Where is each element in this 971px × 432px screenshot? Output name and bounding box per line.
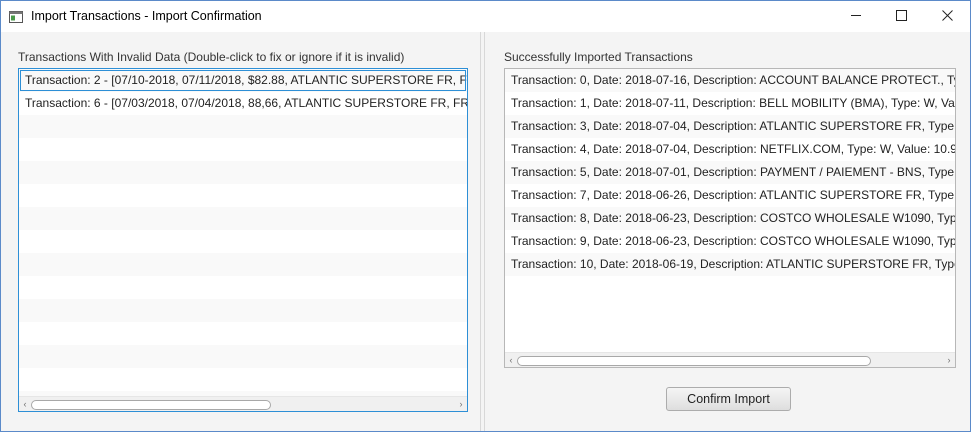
minimize-icon bbox=[850, 8, 862, 26]
app-icon bbox=[9, 10, 23, 23]
title-bar[interactable]: Import Transactions - Import Confirmatio… bbox=[1, 1, 970, 32]
scrollbar-thumb[interactable] bbox=[31, 400, 271, 410]
imported-pane: Successfully Imported Transactions Trans… bbox=[489, 32, 970, 431]
scroll-left-icon[interactable]: ‹ bbox=[19, 397, 31, 411]
invalid-list-label: Transactions With Invalid Data (Double-c… bbox=[18, 50, 405, 64]
maximize-button[interactable] bbox=[878, 1, 924, 32]
empty-row bbox=[19, 138, 467, 161]
empty-row bbox=[19, 276, 467, 299]
empty-row bbox=[19, 161, 467, 184]
list-item[interactable]: Transaction: 8, Date: 2018-06-23, Descri… bbox=[505, 207, 955, 230]
list-item[interactable]: Transaction: 10, Date: 2018-06-19, Descr… bbox=[505, 253, 955, 276]
list-item[interactable]: Transaction: 7, Date: 2018-06-26, Descri… bbox=[505, 184, 955, 207]
empty-row bbox=[19, 345, 467, 368]
invalid-pane: Transactions With Invalid Data (Double-c… bbox=[1, 32, 480, 431]
imported-transactions-list[interactable]: Transaction: 0, Date: 2018-07-16, Descri… bbox=[504, 68, 956, 368]
import-confirmation-window: Import Transactions - Import Confirmatio… bbox=[0, 0, 971, 432]
scroll-left-icon[interactable]: ‹ bbox=[505, 353, 517, 367]
maximize-icon bbox=[895, 8, 907, 26]
empty-row bbox=[19, 368, 467, 391]
list-item[interactable]: Transaction: 9, Date: 2018-06-23, Descri… bbox=[505, 230, 955, 253]
invalid-transactions-list[interactable]: Transaction: 2 - [07/10-2018, 07/11/2018… bbox=[18, 68, 468, 412]
window-title: Import Transactions - Import Confirmatio… bbox=[31, 9, 262, 23]
empty-row bbox=[19, 253, 467, 276]
empty-row bbox=[19, 230, 467, 253]
scroll-right-icon[interactable]: › bbox=[943, 353, 955, 367]
empty-row bbox=[19, 184, 467, 207]
list-item[interactable]: Transaction: 2 - [07/10-2018, 07/11/2018… bbox=[19, 69, 467, 92]
list-item[interactable]: Transaction: 3, Date: 2018-07-04, Descri… bbox=[505, 115, 955, 138]
empty-row bbox=[19, 322, 467, 345]
list-item[interactable]: Transaction: 0, Date: 2018-07-16, Descri… bbox=[505, 69, 955, 92]
scrollbar-thumb[interactable] bbox=[517, 356, 871, 366]
close-button[interactable] bbox=[924, 1, 970, 32]
empty-row bbox=[19, 299, 467, 322]
list-item[interactable]: Transaction: 6 - [07/03/2018, 07/04/2018… bbox=[19, 92, 467, 115]
confirm-import-button[interactable]: Confirm Import bbox=[666, 387, 791, 411]
list-item[interactable]: Transaction: 1, Date: 2018-07-11, Descri… bbox=[505, 92, 955, 115]
empty-row bbox=[19, 207, 467, 230]
list-item[interactable]: Transaction: 5, Date: 2018-07-01, Descri… bbox=[505, 161, 955, 184]
imported-list-label: Successfully Imported Transactions bbox=[504, 50, 693, 64]
horizontal-scrollbar[interactable]: ‹ › bbox=[505, 352, 955, 367]
content-area: Transactions With Invalid Data (Double-c… bbox=[1, 32, 970, 431]
close-icon bbox=[941, 8, 953, 26]
scroll-right-icon[interactable]: › bbox=[455, 397, 467, 411]
minimize-button[interactable] bbox=[833, 1, 879, 32]
list-item[interactable]: Transaction: 4, Date: 2018-07-04, Descri… bbox=[505, 138, 955, 161]
horizontal-scrollbar[interactable]: ‹ › bbox=[19, 396, 467, 411]
empty-row bbox=[19, 115, 467, 138]
split-pane-divider[interactable] bbox=[480, 32, 489, 431]
